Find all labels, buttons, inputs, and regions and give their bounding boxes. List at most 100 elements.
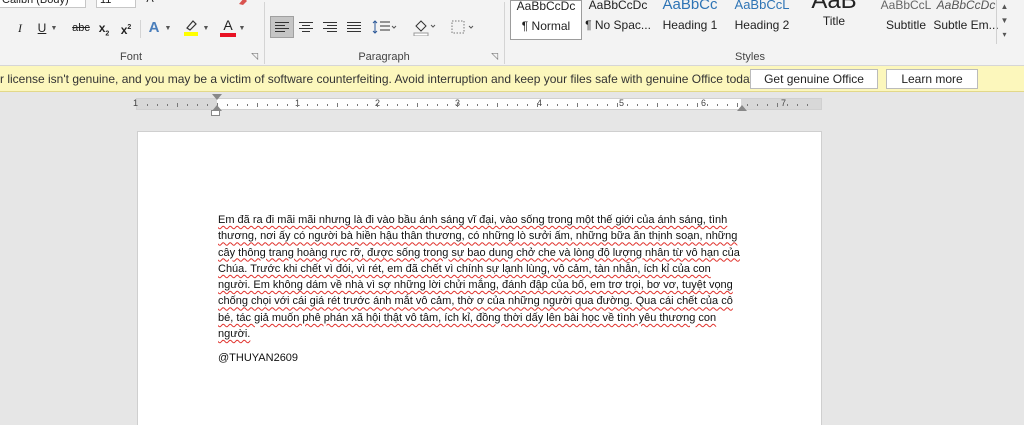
horizontal-ruler-area: 1 1 2 3 4 5 6 7	[0, 92, 1024, 116]
ruler-tick	[587, 104, 588, 106]
styles-group: AaBbCcDc ¶ Normal AaBbCcDc ¶ No Spac... …	[510, 0, 1024, 66]
ruler-tick	[257, 103, 258, 107]
ruler-tick	[677, 104, 678, 106]
ruler-number: 7	[781, 98, 787, 108]
font-color-button[interactable]: A	[220, 18, 236, 38]
text-effects-dropdown-icon[interactable]: ▼	[164, 18, 172, 38]
ruler-tick	[667, 104, 668, 106]
ruler-tick	[147, 104, 148, 106]
ruler-tick	[647, 104, 648, 106]
ruler-tick	[597, 104, 598, 106]
right-indent-marker[interactable]	[737, 105, 747, 111]
align-right-icon	[323, 22, 337, 32]
ruler-tick	[207, 104, 208, 106]
ruler-tick	[227, 104, 228, 106]
get-genuine-office-button[interactable]: Get genuine Office	[750, 69, 878, 89]
styles-more-icon[interactable]: ▾	[997, 28, 1012, 42]
font-name-combo[interactable]: Calibri (Body)	[0, 0, 86, 8]
line-spacing-button[interactable]	[370, 16, 400, 38]
styles-scroll-up-icon[interactable]: ▲	[997, 0, 1012, 14]
align-center-button[interactable]	[294, 16, 318, 38]
borders-button[interactable]	[448, 16, 478, 38]
ruler-tick	[317, 104, 318, 106]
ruler-tick	[507, 104, 508, 106]
ruler-tick	[807, 104, 808, 106]
ruler-tick	[537, 103, 538, 107]
ruler-number: 5	[619, 98, 625, 108]
style-no-spacing-sample: AaBbCcDc	[588, 0, 648, 12]
ruler-tick	[307, 104, 308, 106]
style-title-name: Title	[822, 14, 846, 28]
underline-button[interactable]: U	[34, 18, 50, 38]
italic-button[interactable]: I	[12, 18, 28, 38]
style-title[interactable]: AaB Title	[798, 0, 870, 40]
superscript-2: 2	[127, 24, 132, 31]
ruler-tick	[627, 104, 628, 106]
ruler-tick	[457, 103, 458, 107]
clear-formatting-icon[interactable]	[236, 0, 250, 6]
ruler-tick	[397, 104, 398, 106]
style-no-spacing[interactable]: AaBbCcDc ¶ No Spac...	[582, 0, 654, 40]
subscript-button[interactable]: x2	[96, 18, 112, 38]
underline-dropdown-icon[interactable]: ▼	[50, 18, 58, 38]
document-paragraph[interactable]: Em đã ra đi mãi mãi nhưng là đi vào bầu …	[218, 212, 742, 342]
ruler-tick	[297, 103, 298, 107]
style-heading-2[interactable]: AaBbCcL Heading 2	[726, 0, 798, 40]
document-page[interactable]: Em đã ra đi mãi mãi nhưng là đi vào bầu …	[137, 131, 822, 425]
ruler-tick	[517, 104, 518, 106]
style-heading-1[interactable]: AaBbCc Heading 1	[654, 0, 726, 40]
style-subtle-emphasis[interactable]: AaBbCcDc Subtle Em...	[930, 0, 1002, 40]
style-normal[interactable]: AaBbCcDc ¶ Normal	[510, 0, 582, 40]
font-color-dropdown-icon[interactable]: ▼	[238, 18, 246, 38]
learn-more-button[interactable]: Learn more	[886, 69, 978, 89]
font-separator	[140, 20, 141, 38]
ruler-tick	[187, 104, 188, 106]
highlight-color-button[interactable]	[182, 18, 200, 38]
ruler-tick	[477, 104, 478, 106]
document-signature[interactable]: @THUYAN2609	[218, 352, 298, 364]
align-left-button[interactable]	[270, 16, 294, 38]
ruler-tick	[717, 104, 718, 106]
ruler-tick	[417, 103, 418, 107]
ruler-tick	[557, 104, 558, 106]
ruler-tick	[287, 104, 288, 106]
ruler-tick	[367, 104, 368, 106]
paragraph-group: Paragraph ◹	[266, 0, 502, 66]
shading-button[interactable]	[410, 16, 440, 38]
style-no-spacing-name: ¶ No Spac...	[585, 18, 651, 32]
text-effects-button[interactable]: A	[146, 18, 162, 38]
style-title-sample: AaB	[798, 0, 870, 12]
ruler-tick	[437, 104, 438, 106]
ruler-tick	[497, 103, 498, 107]
horizontal-ruler[interactable]: 1 1 2 3 4 5 6 7	[133, 94, 822, 111]
ruler-number: 1	[133, 98, 139, 108]
ruler-tick	[487, 104, 488, 106]
left-indent-box[interactable]	[211, 110, 220, 116]
line-spacing-icon	[372, 20, 397, 34]
style-subtle-emphasis-sample: AaBbCcDc	[936, 0, 996, 12]
ruler-tick	[467, 104, 468, 106]
first-line-indent-marker[interactable]	[212, 94, 222, 100]
ruler-tick	[177, 103, 178, 107]
ruler-tick	[727, 104, 728, 106]
justify-button[interactable]	[342, 16, 366, 38]
paragraph-dialog-launcher-icon[interactable]: ◹	[491, 51, 498, 62]
styles-scroll-down-icon[interactable]: ▼	[997, 14, 1012, 28]
ruler-tick	[767, 104, 768, 106]
ruler-tick	[577, 103, 578, 107]
font-dialog-launcher-icon[interactable]: ◹	[251, 51, 258, 62]
highlight-dropdown-icon[interactable]: ▼	[202, 18, 210, 38]
ruler-tick	[527, 104, 528, 106]
paragraph-text: Em đã ra đi mãi mãi nhưng là đi vào bầu …	[218, 214, 740, 341]
style-heading-1-sample: AaBbCc	[662, 0, 718, 13]
change-case-icon[interactable]: A	[140, 0, 160, 8]
font-group-label: Font	[119, 51, 142, 63]
superscript-button[interactable]: x2	[118, 18, 134, 38]
ruler-tick	[357, 104, 358, 106]
font-size-combo[interactable]: 11	[96, 0, 136, 8]
strikethrough-button[interactable]: abc	[70, 18, 92, 38]
align-right-button[interactable]	[318, 16, 342, 38]
ruler-tick	[347, 104, 348, 106]
style-normal-name: ¶ Normal	[521, 19, 571, 33]
ruler-tick	[707, 104, 708, 106]
